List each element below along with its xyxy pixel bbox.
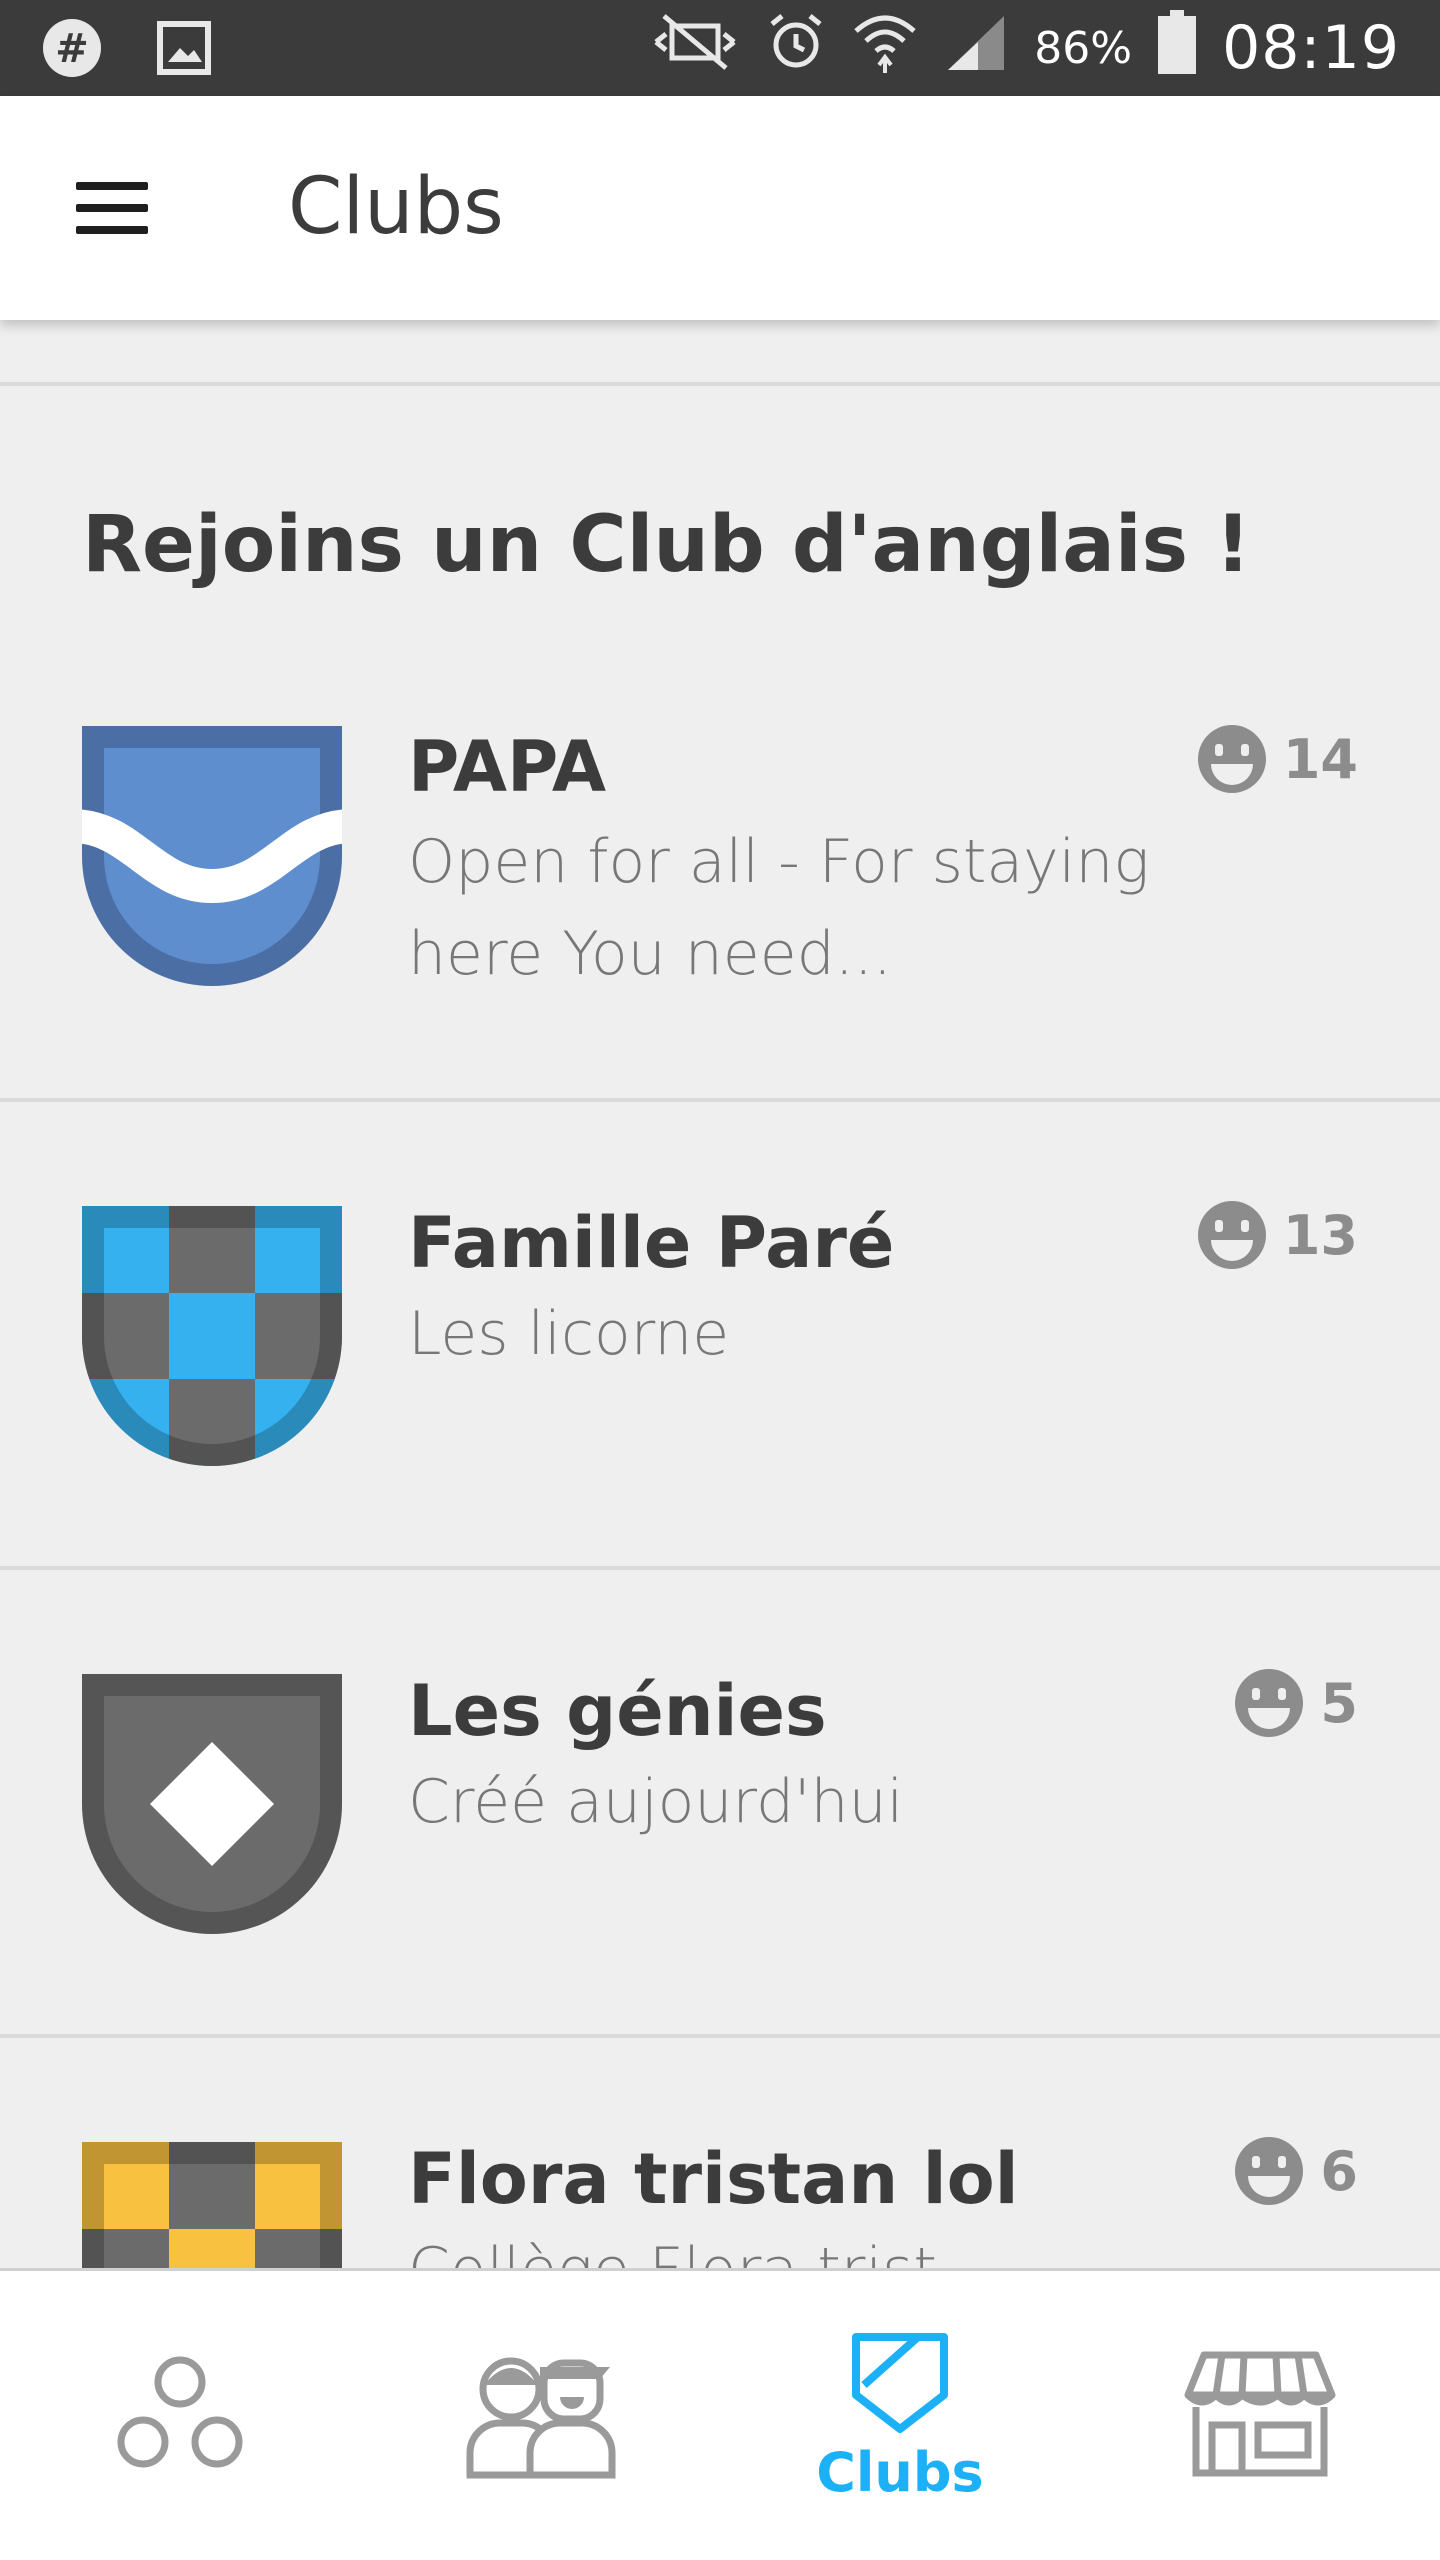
member-face-icon xyxy=(1197,725,1266,793)
member-face-icon xyxy=(1235,2137,1304,2205)
status-bar: # 86% 08:19 xyxy=(0,0,1440,96)
member-count-value: 5 xyxy=(1320,1671,1358,1735)
member-count: 5 xyxy=(1232,1666,1358,1740)
wifi-icon xyxy=(852,9,918,88)
page-title: Clubs xyxy=(288,162,504,252)
club-name: Flora tristan lol xyxy=(408,2138,1019,2220)
app-bar: Clubs xyxy=(0,96,1440,320)
nav-tab-clubs[interactable]: Clubs xyxy=(720,2271,1080,2560)
member-face-icon xyxy=(1197,1201,1266,1269)
clubs-shield-icon xyxy=(852,2332,948,2433)
battery-percent: 86% xyxy=(1034,22,1133,74)
alarm-icon xyxy=(766,12,826,85)
gallery-icon xyxy=(152,16,216,80)
member-count: 14 xyxy=(1195,722,1358,796)
svg-text:#: # xyxy=(55,26,89,72)
club-description: Créé aujourd'hui xyxy=(408,1767,904,1837)
member-count-value: 13 xyxy=(1282,1203,1358,1267)
club-description: Open for all - For staying here You need… xyxy=(408,827,1150,989)
diamond-gray-shield-icon xyxy=(82,1674,342,1934)
member-count-value: 14 xyxy=(1282,727,1358,791)
member-count-value: 6 xyxy=(1320,2139,1358,2203)
wave-shield-icon xyxy=(82,726,342,986)
clock: 08:19 xyxy=(1222,13,1400,83)
nav-tab-friends[interactable] xyxy=(360,2271,720,2560)
signal-icon xyxy=(944,12,1008,85)
section-heading: Rejoins un Club d'anglais ! xyxy=(82,500,1251,590)
member-count: 13 xyxy=(1195,1198,1358,1272)
club-name: Famille Paré xyxy=(408,1202,895,1284)
skills-tree-icon xyxy=(117,2356,243,2468)
club-item-famille-pare[interactable]: Famille Paré Les licorne 13 xyxy=(0,1102,1440,1570)
notification-hash-icon: # xyxy=(40,16,104,80)
divider xyxy=(0,382,1440,386)
friends-icon xyxy=(466,2357,616,2479)
nav-tab-shop[interactable] xyxy=(1080,2271,1440,2560)
club-item-les-genies[interactable]: Les génies Créé aujourd'hui 5 xyxy=(0,1570,1440,2038)
club-description: Les licorne xyxy=(408,1299,730,1369)
checker-blue-shield-icon xyxy=(82,1206,342,1466)
shop-icon xyxy=(1184,2351,1336,2477)
nav-tab-learn[interactable] xyxy=(0,2271,360,2560)
nav-label-clubs: Clubs xyxy=(816,2440,984,2504)
hamburger-menu-icon[interactable] xyxy=(60,168,160,248)
club-name: Les génies xyxy=(408,1670,827,1752)
member-count: 6 xyxy=(1232,2134,1358,2208)
club-item-papa[interactable]: PAPA Open for all - For staying here You… xyxy=(0,640,1440,1102)
club-name: PAPA xyxy=(408,726,607,808)
bottom-navigation: Clubs xyxy=(0,2268,1440,2560)
battery-icon xyxy=(1158,9,1197,87)
member-face-icon xyxy=(1235,1669,1304,1737)
mute-icon xyxy=(650,12,740,85)
